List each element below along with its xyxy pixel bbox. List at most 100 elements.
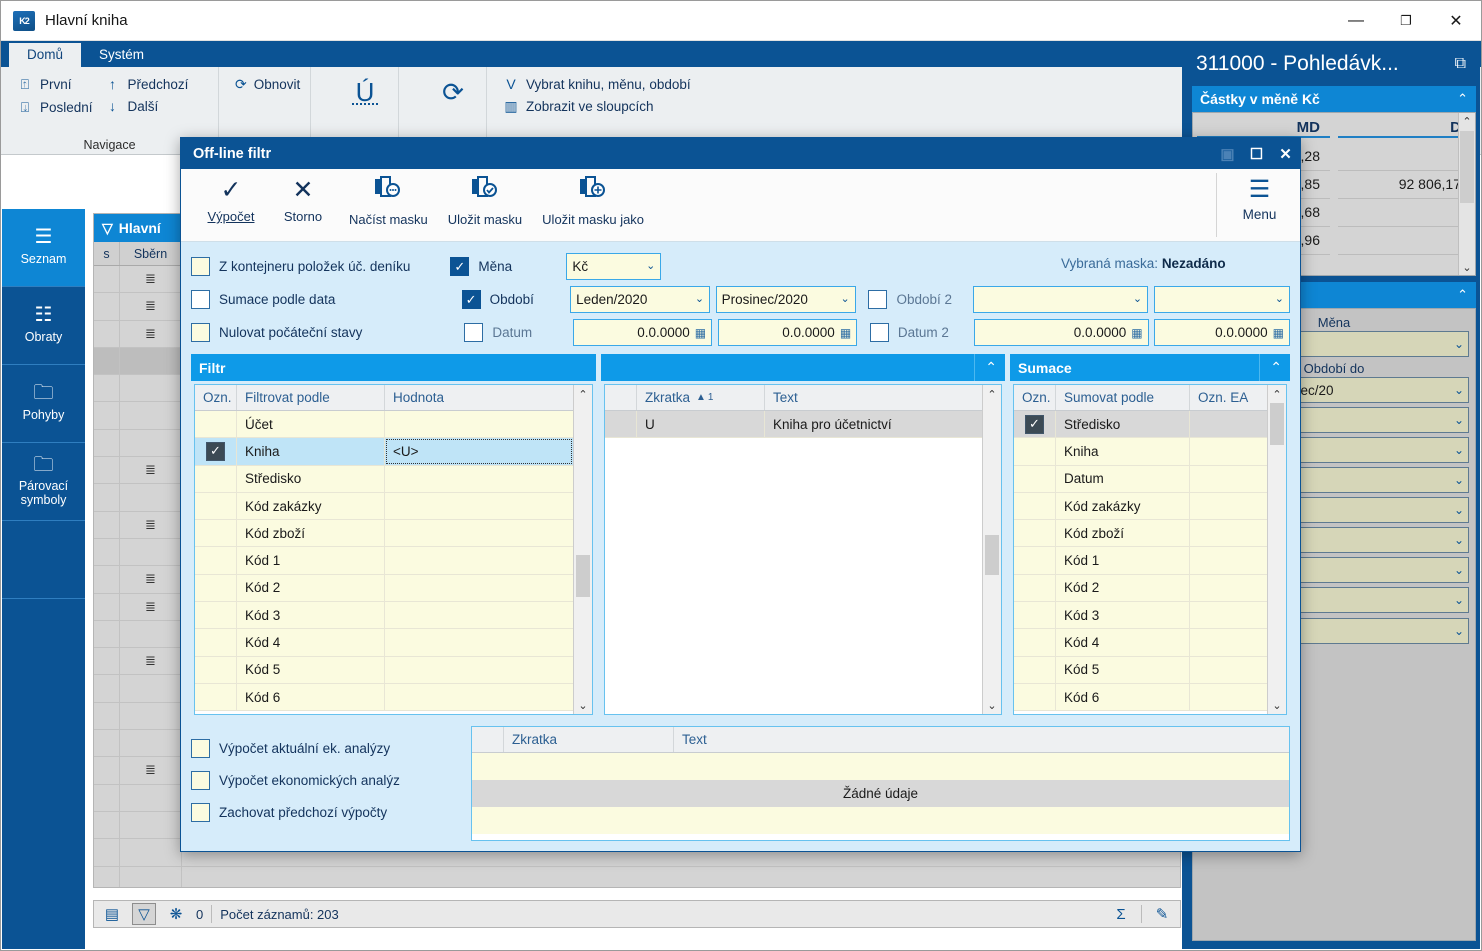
funnel-icon[interactable]: ▽ <box>132 903 156 925</box>
lookup-icon[interactable]: ⌄ <box>1454 413 1463 427</box>
filtr-row[interactable]: Kód 1 <box>195 547 573 574</box>
filtr-row[interactable]: ✓Kniha<U> <box>195 438 573 465</box>
minimize-button[interactable]: — <box>1331 1 1381 41</box>
lookup-icon[interactable]: ⌄ <box>1454 503 1463 517</box>
lookup-icon[interactable]: ⌄ <box>1133 294 1142 305</box>
snowflake-icon[interactable]: ❋ <box>164 903 188 925</box>
lookup-icon[interactable]: ⌄ <box>695 294 704 305</box>
sidebar-item-obraty[interactable]: ☷ Obraty <box>2 287 85 365</box>
ribbon-currency-button[interactable]: ⟳ <box>409 73 497 107</box>
sumace-cell-ozn[interactable] <box>1014 438 1056 464</box>
filtr-row[interactable]: Kód 2 <box>195 575 573 602</box>
calendar-icon[interactable]: ▦ <box>695 326 706 340</box>
ribbon-columns-button[interactable]: ▥ Zobrazit ve sloupcích <box>497 95 717 118</box>
scrollbar-thumb[interactable] <box>1270 403 1284 445</box>
datum-from-field[interactable]: 0.0.0000 ▦ <box>573 319 713 346</box>
filtr-row[interactable]: Účet <box>195 411 573 438</box>
sumace-row[interactable]: Kód 1 <box>1014 547 1267 574</box>
filtr-col-filtrovat-podle[interactable]: Filtrovat podle <box>237 385 385 410</box>
bottom-grid-col-marker[interactable] <box>472 727 504 752</box>
sumace-cell-ea[interactable] <box>1190 493 1267 519</box>
obdobi-from-field[interactable]: Leden/2020 ⌄ <box>570 286 710 313</box>
filtr-cell-ozn[interactable]: ✓ <box>195 438 237 464</box>
ribbon-refresh-button[interactable]: ⟳ Obnovit <box>229 73 300 96</box>
chevron-up-icon[interactable]: ⌃ <box>974 354 997 381</box>
sumace-col-sumovat-podle[interactable]: Sumovat podle <box>1056 385 1190 410</box>
checkbox-checked-icon[interactable]: ✓ <box>1025 415 1044 434</box>
filtr-cell-ozn[interactable] <box>195 466 237 492</box>
calendar-icon[interactable]: ▦ <box>840 326 851 340</box>
lookup-icon[interactable]: ⌄ <box>1454 593 1463 607</box>
filtr-cell-value[interactable] <box>385 493 573 519</box>
amounts-col-d[interactable]: D <box>1338 119 1471 138</box>
sumace-row[interactable]: Kód 4 <box>1014 629 1267 656</box>
obdobi-to-field[interactable]: Prosinec/2020 ⌄ <box>716 286 856 313</box>
sumace-row[interactable]: Kód 3 <box>1014 602 1267 629</box>
scroll-up-icon[interactable]: ⌃ <box>574 385 592 403</box>
checkbox-vypocet-ekonomickych-analyz[interactable] <box>191 771 210 790</box>
book-icon[interactable]: ▤ <box>100 903 124 925</box>
sumace-row[interactable]: ✓Středisko <box>1014 411 1267 438</box>
filtr-cell-value[interactable] <box>385 411 573 437</box>
filtr-cell-ozn[interactable] <box>195 411 237 437</box>
maximize-button[interactable]: ❐ <box>1381 1 1431 41</box>
tab-system[interactable]: Systém <box>81 43 162 67</box>
column-header-sbern[interactable]: Sběrn <box>120 242 182 265</box>
sumace-cell-ozn[interactable] <box>1014 629 1056 655</box>
filtr-cell-ozn[interactable] <box>195 657 237 683</box>
sumace-cell-ea[interactable] <box>1190 438 1267 464</box>
scrollbar-thumb[interactable] <box>576 555 590 597</box>
pencil-icon[interactable]: ✎ <box>1150 903 1174 925</box>
filtr-cell-value[interactable] <box>385 575 573 601</box>
hodnoty-col-text[interactable]: Text <box>765 385 982 410</box>
hodnoty-col-marker[interactable] <box>605 385 637 410</box>
checkbox-checked-icon[interactable]: ✓ <box>206 442 225 461</box>
filtr-col-ozn[interactable]: Ozn. <box>195 385 237 410</box>
checkbox-obdobi-2[interactable] <box>868 290 887 309</box>
calendar-icon[interactable]: ▦ <box>1131 326 1142 340</box>
lookup-icon[interactable]: ⌄ <box>646 261 655 272</box>
hodnoty-row[interactable]: UKniha pro účetnictví <box>605 411 982 438</box>
sumace-cell-ea[interactable] <box>1190 547 1267 573</box>
sumace-col-ozn-ea[interactable]: Ozn. EA <box>1190 385 1267 410</box>
mena-field[interactable]: Kč ⌄ <box>566 253 661 280</box>
lookup-icon[interactable]: ⌄ <box>1454 337 1463 351</box>
filtr-cell-value[interactable] <box>385 547 573 573</box>
lookup-icon[interactable]: ⌄ <box>1454 624 1463 638</box>
ulozit-masku-button[interactable]: Uložit masku <box>438 175 532 227</box>
hodnoty-col-zkratka[interactable]: Zkratka ▲ 1 <box>637 385 765 410</box>
filtr-cell-ozn[interactable] <box>195 575 237 601</box>
save-layout-icon[interactable]: ▣ <box>1213 138 1242 169</box>
ribbon-prev-button[interactable]: ↑ Předchozí <box>99 73 195 95</box>
ribbon-first-button[interactable]: ⍐ První <box>11 73 99 96</box>
ulozit-masku-jako-button[interactable]: Uložit masku jako <box>532 175 654 227</box>
filtr-row[interactable]: Kód 5 <box>195 657 573 684</box>
obdobi2-from-field[interactable]: ⌄ <box>973 286 1148 313</box>
sumace-col-ozn[interactable]: Ozn. <box>1014 385 1056 410</box>
scroll-down-icon[interactable]: ⌄ <box>983 696 1001 714</box>
filtr-cell-value[interactable] <box>385 602 573 628</box>
ribbon-account-button[interactable]: Ú <box>321 73 409 105</box>
datum-to-field[interactable]: 0.0.0000 ▦ <box>718 319 858 346</box>
sumace-cell-ozn[interactable] <box>1014 466 1056 492</box>
sumace-cell-ozn[interactable] <box>1014 520 1056 546</box>
sumace-cell-ozn[interactable] <box>1014 575 1056 601</box>
filtr-cell-value[interactable] <box>385 629 573 655</box>
close-button[interactable]: ✕ <box>1431 1 1481 41</box>
filtr-cell-ozn[interactable] <box>195 520 237 546</box>
checkbox-z-kontejneru[interactable] <box>191 257 210 276</box>
sumace-cell-ozn[interactable] <box>1014 493 1056 519</box>
field-zaka[interactable]: ⌄ <box>1283 587 1469 613</box>
sumace-cell-ea[interactable] <box>1190 520 1267 546</box>
scroll-up-icon[interactable]: ⌃ <box>1459 113 1475 129</box>
lookup-icon[interactable]: ⌄ <box>840 294 849 305</box>
checkbox-zachovat-predchozi-vypocty[interactable] <box>191 803 210 822</box>
lookup-icon[interactable]: ⌄ <box>1454 443 1463 457</box>
checkbox-nulovat-pocatecni-stavy[interactable] <box>191 323 210 342</box>
lookup-icon[interactable]: ⌄ <box>1454 383 1463 397</box>
sumace-scrollbar[interactable]: ⌃ ⌄ <box>1267 385 1286 714</box>
datum2-to-field[interactable]: 0.0.0000 ▦ <box>1154 319 1290 346</box>
checkbox-datum[interactable] <box>464 323 483 342</box>
amounts-col-md[interactable]: MD <box>1197 119 1330 138</box>
menu-button[interactable]: ☰ Menu <box>1216 173 1294 237</box>
